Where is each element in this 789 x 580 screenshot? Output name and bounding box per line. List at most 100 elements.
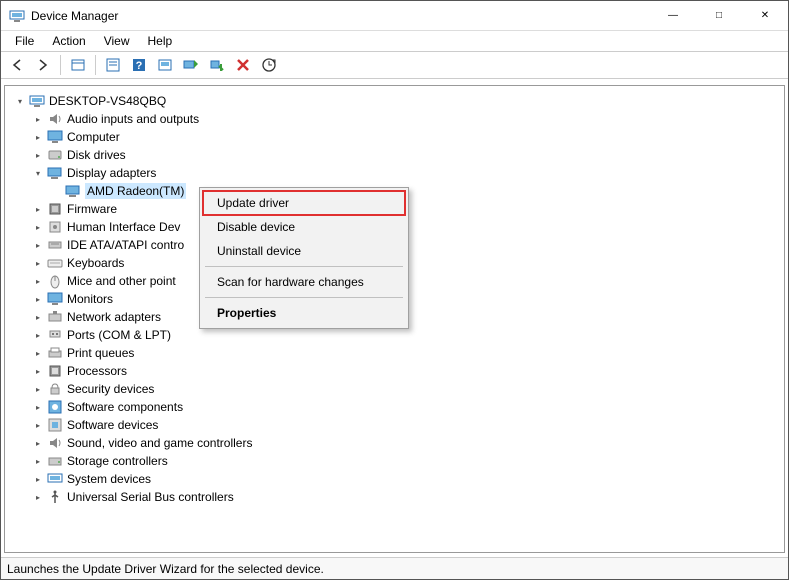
category-system[interactable]: ▸ System devices [9,470,780,488]
disk-icon [47,147,63,163]
category-sound[interactable]: ▸ Sound, video and game controllers [9,434,780,452]
software-device-icon [47,417,63,433]
cm-scan-hardware[interactable]: Scan for hardware changes [203,270,405,294]
expander-icon[interactable]: ▸ [31,130,45,144]
device-label: AMD Radeon(TM) [85,183,186,199]
minimize-button[interactable]: — [650,1,696,30]
cm-disable-device[interactable]: Disable device [203,215,405,239]
uninstall-button[interactable] [231,53,255,77]
forward-button[interactable] [31,53,55,77]
category-disk-drives[interactable]: ▸ Disk drives [9,146,780,164]
computer-icon [29,93,45,109]
expander-icon[interactable]: ▸ [31,490,45,504]
category-security[interactable]: ▸ Security devices [9,380,780,398]
category-label: Security devices [67,382,154,396]
expander-icon[interactable]: ▸ [31,418,45,432]
expander-icon[interactable]: ▾ [31,166,45,180]
disable-button[interactable] [205,53,229,77]
category-label: Human Interface Dev [67,220,180,234]
toolbar-separator [60,55,61,75]
printer-icon [47,345,63,361]
tree-root[interactable]: ▾ DESKTOP-VS48QBQ [9,92,780,110]
expander-icon[interactable]: ▸ [31,274,45,288]
maximize-button[interactable]: □ [696,1,742,30]
expander-icon[interactable]: ▸ [31,328,45,342]
expander-icon[interactable]: ▸ [31,436,45,450]
cm-uninstall-device[interactable]: Uninstall device [203,239,405,263]
expander-icon[interactable]: ▸ [31,346,45,360]
menu-view[interactable]: View [96,32,138,50]
cm-update-driver[interactable]: Update driver [203,191,405,215]
category-label: Universal Serial Bus controllers [67,490,234,504]
context-menu: Update driver Disable device Uninstall d… [199,187,409,329]
chip-icon [47,201,63,217]
scan-hardware-button[interactable] [257,53,281,77]
expander-icon[interactable]: ▸ [31,472,45,486]
expander-icon[interactable]: ▸ [31,400,45,414]
cm-properties[interactable]: Properties [203,301,405,325]
category-label: Firmware [67,202,117,216]
menu-help[interactable]: Help [140,32,181,50]
scan-button[interactable] [153,53,177,77]
expander-icon[interactable]: ▸ [31,292,45,306]
category-label: Software components [67,400,183,414]
usb-icon [47,489,63,505]
speaker-icon [47,435,63,451]
category-software-components[interactable]: ▸ Software components [9,398,780,416]
expander-icon[interactable]: ▸ [31,364,45,378]
category-print-queues[interactable]: ▸ Print queues [9,344,780,362]
toolbar: ? [1,51,788,79]
expander-icon[interactable]: ▸ [31,202,45,216]
expander-icon[interactable]: ▸ [31,454,45,468]
menu-file[interactable]: File [7,32,42,50]
properties-button[interactable] [101,53,125,77]
category-label: Display adapters [67,166,156,180]
category-processors[interactable]: ▸ Processors [9,362,780,380]
category-label: Mice and other point [67,274,176,288]
mouse-icon [47,273,63,289]
expander-icon[interactable]: ▸ [31,148,45,162]
display-adapter-icon [65,183,81,199]
security-icon [47,381,63,397]
expander-icon[interactable]: ▸ [31,220,45,234]
expander-icon[interactable]: ▸ [31,112,45,126]
category-audio[interactable]: ▸ Audio inputs and outputs [9,110,780,128]
back-button[interactable] [5,53,29,77]
expander-icon[interactable]: ▾ [13,94,27,108]
device-manager-icon [9,8,25,24]
expander-icon[interactable]: ▸ [31,238,45,252]
menu-action[interactable]: Action [44,32,93,50]
category-label: IDE ATA/ATAPI contro [67,238,184,252]
category-label: Sound, video and game controllers [67,436,252,450]
category-label: Software devices [67,418,158,432]
monitor-icon [47,129,63,145]
expander-icon[interactable]: ▸ [31,310,45,324]
network-icon [47,309,63,325]
expander-icon[interactable]: ▸ [31,382,45,396]
svg-text:?: ? [136,60,143,72]
category-label: Processors [67,364,127,378]
category-label: Storage controllers [67,454,168,468]
expander-icon[interactable]: ▸ [31,256,45,270]
category-storage[interactable]: ▸ Storage controllers [9,452,780,470]
close-button[interactable]: ✕ [742,1,788,30]
help-button[interactable]: ? [127,53,151,77]
category-software-devices[interactable]: ▸ Software devices [9,416,780,434]
category-label: Audio inputs and outputs [67,112,199,126]
window-controls: — □ ✕ [650,1,788,30]
window-title: Device Manager [31,9,650,23]
category-label: System devices [67,472,151,486]
keyboard-icon [47,255,63,271]
category-display-adapters[interactable]: ▾ Display adapters [9,164,780,182]
speaker-icon [47,111,63,127]
category-label: Disk drives [67,148,126,162]
statusbar: Launches the Update Driver Wizard for th… [1,557,788,579]
cm-separator [205,266,403,267]
update-driver-button[interactable] [179,53,203,77]
monitor-icon [47,291,63,307]
hid-icon [47,219,63,235]
show-hidden-button[interactable] [66,53,90,77]
category-usb[interactable]: ▸ Universal Serial Bus controllers [9,488,780,506]
category-computer[interactable]: ▸ Computer [9,128,780,146]
ide-icon [47,237,63,253]
